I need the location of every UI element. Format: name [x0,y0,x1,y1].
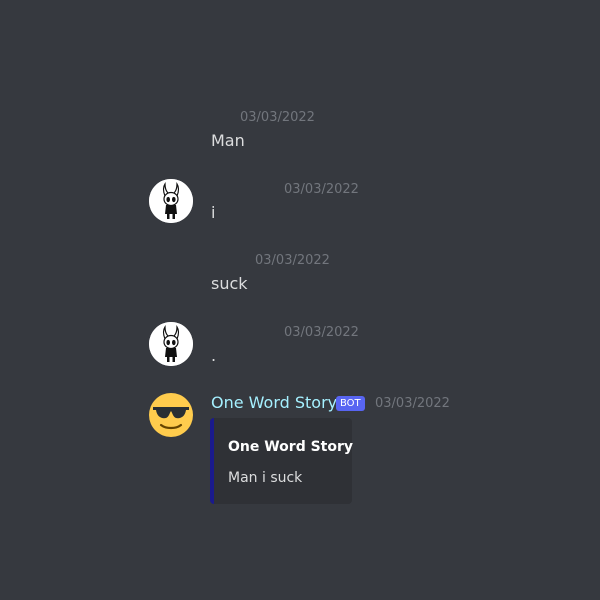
message-timestamp[interactable]: 03/03/2022 [375,396,450,412]
user-avatar[interactable] [149,322,193,366]
bot-badge: BOT [336,396,365,411]
message-text: Man [211,131,245,150]
story-embed: One Word Story Man i suck [210,418,354,504]
embed-description: Man i suck [228,470,303,486]
message-timestamp[interactable]: 03/03/2022 [240,110,315,126]
embed-title: One Word Story [228,439,354,455]
message-text: i [211,203,216,222]
bot-username[interactable]: One Word Story [211,393,337,413]
message-text: suck [211,274,248,293]
message-timestamp[interactable]: 03/03/2022 [255,253,330,269]
message-text: . [211,346,217,365]
sunglasses-emoji-icon [149,393,193,437]
hollow-knight-icon [149,322,193,366]
bot-avatar[interactable] [148,392,194,438]
message-timestamp[interactable]: 03/03/2022 [284,182,359,198]
message-timestamp[interactable]: 03/03/2022 [284,325,359,341]
user-avatar[interactable] [149,179,193,223]
hollow-knight-icon [149,179,193,223]
